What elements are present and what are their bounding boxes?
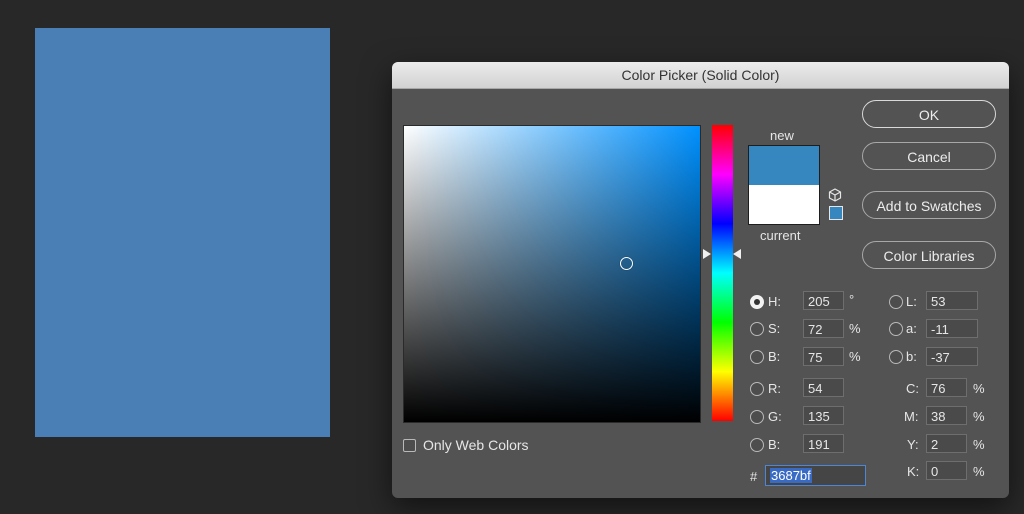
- yellow-unit: %: [973, 437, 985, 452]
- new-color-swatch: [749, 146, 819, 185]
- b-channel-label: b:: [906, 349, 917, 364]
- hue-slider-handle-right[interactable]: [733, 249, 741, 259]
- cyan-input[interactable]: 76: [926, 378, 967, 397]
- brightness-label: B:: [768, 349, 781, 364]
- only-web-colors-checkbox[interactable]: [403, 439, 416, 452]
- blue-radio[interactable]: [750, 438, 764, 452]
- current-label: current: [760, 228, 801, 243]
- new-label: new: [770, 128, 794, 143]
- red-label: R:: [768, 381, 781, 396]
- saturation-unit: %: [849, 321, 861, 336]
- blue-input[interactable]: 191: [803, 434, 844, 453]
- cube-icon[interactable]: [828, 188, 842, 202]
- lightness-input[interactable]: 53: [926, 291, 978, 310]
- hue-radio[interactable]: [750, 295, 764, 309]
- document-canvas: [35, 28, 330, 437]
- magenta-label: M:: [904, 409, 919, 424]
- current-color-swatch[interactable]: [749, 185, 819, 224]
- green-radio[interactable]: [750, 410, 764, 424]
- b-channel-input[interactable]: -37: [926, 347, 978, 366]
- yellow-input[interactable]: 2: [926, 434, 967, 453]
- hex-input[interactable]: 3687bf: [765, 465, 866, 486]
- websafe-swatch-icon[interactable]: [829, 206, 843, 220]
- hue-input[interactable]: 205: [803, 291, 844, 310]
- dialog-title: Color Picker (Solid Color): [392, 62, 1009, 89]
- b-channel-radio[interactable]: [889, 350, 903, 364]
- red-radio[interactable]: [750, 382, 764, 396]
- hex-label: #: [750, 469, 758, 484]
- saturation-label: S:: [768, 321, 781, 336]
- blue-label: B:: [768, 437, 781, 452]
- color-comparison: [748, 145, 820, 225]
- cyan-label: C:: [906, 381, 919, 396]
- black-unit: %: [973, 464, 985, 479]
- saturation-brightness-field[interactable]: [403, 125, 701, 423]
- lightness-radio[interactable]: [889, 295, 903, 309]
- saturation-input[interactable]: 72: [803, 319, 844, 338]
- green-label: G:: [768, 409, 782, 424]
- brightness-unit: %: [849, 349, 861, 364]
- black-input[interactable]: 0: [926, 461, 967, 480]
- black-label: K:: [907, 464, 920, 479]
- hue-slider[interactable]: [712, 125, 733, 421]
- color-libraries-button[interactable]: Color Libraries: [862, 241, 996, 269]
- color-selector-marker[interactable]: [620, 257, 633, 270]
- cancel-button[interactable]: Cancel: [862, 142, 996, 170]
- add-to-swatches-button[interactable]: Add to Swatches: [862, 191, 996, 219]
- lightness-label: L:: [906, 294, 917, 309]
- hue-slider-handle-left[interactable]: [703, 249, 711, 259]
- ok-button[interactable]: OK: [862, 100, 996, 128]
- magenta-unit: %: [973, 409, 985, 424]
- magenta-input[interactable]: 38: [926, 406, 967, 425]
- hue-unit: °: [849, 292, 855, 307]
- saturation-radio[interactable]: [750, 322, 764, 336]
- only-web-colors-label: Only Web Colors: [423, 437, 529, 453]
- red-input[interactable]: 54: [803, 378, 844, 397]
- yellow-label: Y:: [907, 437, 919, 452]
- color-picker-dialog: Color Picker (Solid Color) new current O…: [392, 62, 1009, 498]
- green-input[interactable]: 135: [803, 406, 844, 425]
- brightness-input[interactable]: 75: [803, 347, 844, 366]
- hue-label: H:: [768, 294, 781, 309]
- cyan-unit: %: [973, 381, 985, 396]
- a-channel-label: a:: [906, 321, 917, 336]
- sb-black-layer: [404, 126, 700, 422]
- a-channel-input[interactable]: -11: [926, 319, 978, 338]
- hex-value: 3687bf: [770, 468, 812, 483]
- brightness-radio[interactable]: [750, 350, 764, 364]
- a-channel-radio[interactable]: [889, 322, 903, 336]
